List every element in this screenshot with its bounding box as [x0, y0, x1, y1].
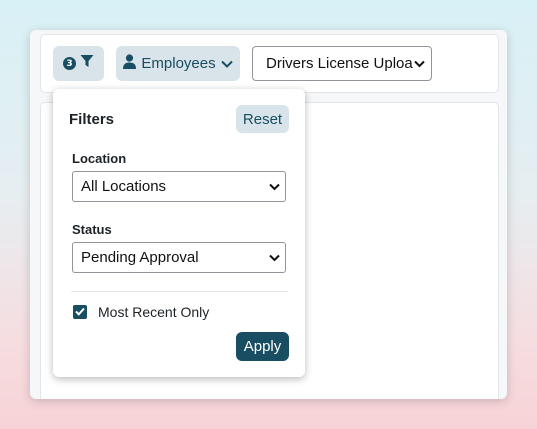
chevron-down-icon: [220, 55, 233, 72]
most-recent-label: Most Recent Only: [98, 304, 210, 320]
funnel-icon: [80, 54, 94, 73]
location-select[interactable]: All Locations: [72, 171, 286, 202]
most-recent-checkbox[interactable]: [73, 305, 87, 319]
reset-button[interactable]: Reset: [236, 105, 289, 133]
status-value: Pending Approval: [81, 249, 199, 266]
employees-button-label: Employees: [141, 55, 216, 72]
location-value: All Locations: [81, 178, 167, 195]
employees-button[interactable]: Employees: [116, 46, 240, 81]
location-label: Location: [72, 151, 127, 166]
divider: [71, 291, 288, 292]
select-chevron-icon: [414, 55, 425, 72]
status-label: Status: [72, 222, 112, 237]
checkmark-icon: [75, 303, 85, 321]
user-icon: [123, 54, 137, 73]
filter-count-badge: 3: [63, 57, 76, 70]
filters-popover: Filters Reset Location All Locations Sta…: [53, 89, 305, 377]
select-chevron-icon: [269, 249, 280, 266]
document-type-value: Drivers License Uploa: [266, 55, 413, 72]
document-type-select[interactable]: Drivers License Uploa: [252, 46, 432, 81]
apply-button[interactable]: Apply: [236, 332, 289, 361]
filters-title: Filters: [69, 111, 115, 128]
status-select[interactable]: Pending Approval: [72, 242, 286, 273]
filter-button[interactable]: 3: [53, 46, 104, 81]
select-chevron-icon: [269, 178, 280, 195]
toolbar: 3 Employees Drivers License Uploa: [40, 34, 499, 93]
